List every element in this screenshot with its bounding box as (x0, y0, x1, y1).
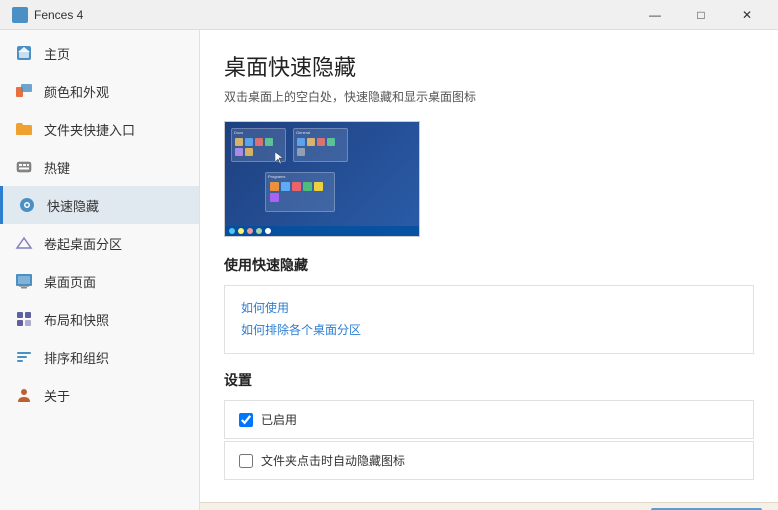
page-subtitle: 双击桌面上的空白处，快速隐藏和显示桌面图标 (224, 88, 754, 105)
enabled-label: 已启用 (261, 411, 297, 428)
usage-info-box: 如何使用 如何排除各个桌面分区 (224, 285, 754, 354)
purchase-bar: 29 免费试用的剩余天数 Purchase (200, 502, 778, 510)
preview-image: Docs General (224, 121, 420, 237)
fence-general: General (293, 128, 348, 162)
main-content: 桌面快速隐藏 双击桌面上的空白处，快速隐藏和显示桌面图标 Docs (200, 30, 778, 510)
sidebar-item-sort[interactable]: 排序和组织 (0, 338, 199, 376)
desktop-pages-icon (14, 271, 34, 291)
maximize-button[interactable]: □ (678, 0, 724, 30)
checkbox-enabled: 已启用 (224, 400, 754, 439)
enabled-checkbox[interactable] (239, 413, 253, 427)
settings-section-title: 设置 (224, 370, 754, 390)
sidebar-item-desktop-pages[interactable]: 桌面页面 (0, 262, 199, 300)
sidebar-item-folder-portal[interactable]: 文件夹快捷入口 (0, 110, 199, 148)
taskbar-preview (225, 226, 419, 236)
app-body: 主页 颜色和外观 文件夹快捷入口 (0, 30, 778, 510)
sidebar-item-quick-hide[interactable]: 快速隐藏 (0, 186, 199, 224)
rollup-icon (14, 233, 34, 253)
settings-section: 设置 已启用 文件夹点击时自动隐藏图标 (224, 370, 754, 480)
how-to-use-link[interactable]: 如何使用 (241, 298, 737, 320)
auto-hide-checkbox[interactable] (239, 454, 253, 468)
quick-hide-icon (17, 195, 37, 215)
checkbox-auto-hide: 文件夹点击时自动隐藏图标 (224, 441, 754, 480)
folder-icon (14, 119, 34, 139)
sidebar-item-home[interactable]: 主页 (0, 34, 199, 72)
home-icon (14, 43, 34, 63)
usage-section: 使用快速隐藏 如何使用 如何排除各个桌面分区 (224, 255, 754, 354)
app-icon (12, 7, 28, 23)
color-icon (14, 81, 34, 101)
sidebar-item-about[interactable]: 关于 (0, 376, 199, 414)
about-icon (14, 385, 34, 405)
content-area: 桌面快速隐藏 双击桌面上的空白处，快速隐藏和显示桌面图标 Docs (200, 30, 778, 502)
page-title: 桌面快速隐藏 (224, 50, 754, 82)
desktop-preview: Docs General (225, 122, 419, 236)
sidebar-item-appearance[interactable]: 颜色和外观 (0, 72, 199, 110)
sidebar-item-roll-up[interactable]: 卷起桌面分区 (0, 224, 199, 262)
layout-icon (14, 309, 34, 329)
sidebar-item-hotkeys[interactable]: 热键 (0, 148, 199, 186)
how-to-exclude-link[interactable]: 如何排除各个桌面分区 (241, 320, 737, 342)
fence-programs: Programs (265, 172, 335, 212)
sidebar-item-layout[interactable]: 布局和快照 (0, 300, 199, 338)
sidebar: 主页 颜色和外观 文件夹快捷入口 (0, 30, 200, 510)
auto-hide-label: 文件夹点击时自动隐藏图标 (261, 452, 405, 469)
minimize-button[interactable]: — (632, 0, 678, 30)
usage-section-title: 使用快速隐藏 (224, 255, 754, 275)
sort-icon (14, 347, 34, 367)
window-controls: — □ ✕ (632, 0, 770, 30)
app-title: Fences 4 (12, 7, 83, 23)
cursor (275, 152, 281, 162)
hotkey-icon (14, 157, 34, 177)
title-bar: Fences 4 — □ ✕ (0, 0, 778, 30)
close-button[interactable]: ✕ (724, 0, 770, 30)
